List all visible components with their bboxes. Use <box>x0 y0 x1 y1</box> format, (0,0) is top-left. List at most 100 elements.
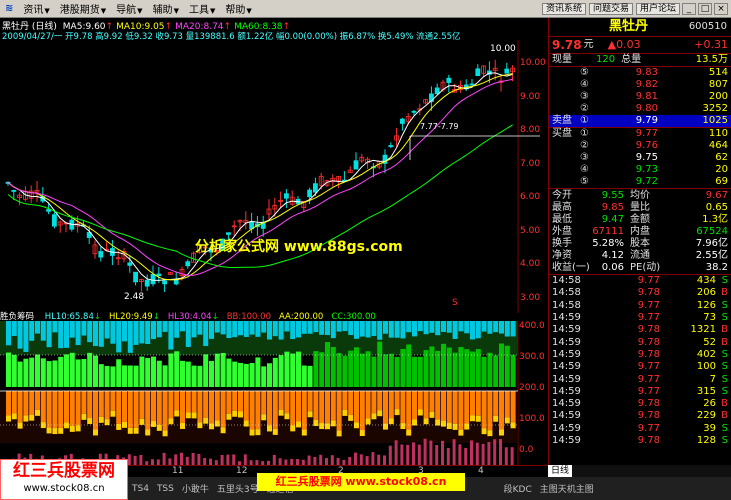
tab-formula[interactable]: 五里头3号 <box>213 482 263 495</box>
tab-formula[interactable]: TS4 <box>128 484 153 494</box>
stat-row: 外盘 67111 内盘 67524 <box>549 226 731 238</box>
price-unit: 元 <box>583 39 594 50</box>
tick-time: 14:59 <box>552 373 581 385</box>
tick-price: 9.77 <box>637 385 660 397</box>
forum-button[interactable]: 用户论坛 <box>635 2 680 15</box>
stat-row: 最低 9.47 金额 1.3亿 <box>549 214 731 226</box>
order-price: 9.83 <box>635 67 658 78</box>
tick-side: S <box>721 348 728 360</box>
tick-side: B <box>721 336 728 348</box>
buy-order-row[interactable]: ③ 9.75 62 <box>549 152 731 164</box>
bottom-bar: 11 12 2 3 4 日线 TS4 TSS 小敢牛 五里头3号 通达信 段KD… <box>0 459 731 500</box>
total-vol-label: 总量 <box>621 54 642 65</box>
buy-order-row[interactable]: ④ 9.73 20 <box>549 164 731 176</box>
tick-row[interactable]: 14:58 9.78 206 B <box>549 287 731 299</box>
news-system-button[interactable]: 资讯系统 <box>541 2 586 15</box>
buy-order-row[interactable]: ② 9.76 464 <box>549 140 731 152</box>
tick-row[interactable]: 14:58 9.77 126 S <box>549 300 731 312</box>
stat-value: 9.55 <box>601 190 624 201</box>
menu-bar: ≋ 资讯▼ 港股期货▼ 导航▼ 辅助▼ 工具▼ 帮助▼ 资讯系统 问题交易 用户… <box>0 0 731 18</box>
tick-price: 9.78 <box>637 410 660 422</box>
tick-row[interactable]: 14:59 9.78 402 S <box>549 349 731 361</box>
tick-side: S <box>721 275 728 287</box>
stat-label: 外盘 <box>552 226 572 237</box>
indicator-tick-label: 400.0 <box>519 321 545 331</box>
stat-row: 最高 9.85 量比 0.65 <box>549 202 731 214</box>
tab-formula[interactable]: 主图天机主图 <box>536 482 598 495</box>
tick-row[interactable]: 14:59 9.77 73 S <box>549 312 731 324</box>
stat-label: 最高 <box>552 202 572 213</box>
sell-orders: ⑤ 9.83 514 ④ 9.82 807 ③ 9.81 200 ② 9.80 3252 卖盘 ① 9.79… <box>549 67 731 127</box>
order-level: ② <box>580 103 589 114</box>
order-level: ② <box>580 140 589 151</box>
order-volume: 200 <box>708 91 728 102</box>
menu-item-aux[interactable]: 辅助▼ <box>148 1 184 16</box>
tick-price: 9.77 <box>637 299 660 311</box>
menu-item-help[interactable]: 帮助▼ <box>220 1 256 16</box>
tick-volume: 126 <box>696 299 716 311</box>
tick-row[interactable]: 14:59 9.78 52 B <box>549 336 731 348</box>
menu-item-news[interactable]: 资讯▼ <box>18 1 54 16</box>
sell-order-row[interactable]: ④ 9.82 807 <box>549 79 731 91</box>
tab-formula[interactable]: TSS <box>153 484 178 494</box>
tick-row[interactable]: 14:59 9.77 100 S <box>549 361 731 373</box>
tab-formula[interactable]: 段KDC <box>500 482 536 495</box>
sell-order-row[interactable]: 卖盘 ① 9.79 1025 <box>549 115 731 127</box>
stat-label: 最低 <box>552 214 572 225</box>
tick-row[interactable]: 14:59 9.78 128 S <box>549 435 731 447</box>
tick-side: S <box>721 299 728 311</box>
kline-chart-panel[interactable]: 黑牡丹 (日线) MA5:9.60↑ MA10:9.05↑ MA20:8.74↑ MA… <box>0 18 548 465</box>
now-vol-label: 现量 <box>552 54 572 65</box>
order-price: 9.76 <box>635 140 658 151</box>
month-label: 4 <box>478 466 484 476</box>
tick-price: 9.78 <box>637 435 660 446</box>
tick-row[interactable]: 14:58 9.77 434 S <box>549 275 731 287</box>
tick-time: 14:59 <box>552 348 581 360</box>
y-tick-label: 8.00 <box>520 125 541 135</box>
tick-row[interactable]: 14:59 9.77 315 S <box>549 386 731 398</box>
close-icon[interactable]: × <box>714 2 728 15</box>
tick-row[interactable]: 14:59 9.78 1321 B <box>549 324 731 336</box>
tick-side: B <box>721 324 728 336</box>
sell-order-row[interactable]: ⑤ 9.83 514 <box>549 67 731 79</box>
minimize-icon[interactable]: _ <box>682 2 696 15</box>
order-level: ① <box>580 128 589 139</box>
maximize-icon[interactable]: □ <box>698 2 712 15</box>
buy-order-row[interactable]: 买盘 ① 9.77 110 <box>549 128 731 140</box>
tick-volume: 229 <box>696 410 716 422</box>
quote-header: 黑牡丹 600510 <box>549 18 731 36</box>
order-price: 9.82 <box>635 79 658 90</box>
menu-item-nav[interactable]: 导航▼ <box>111 1 147 16</box>
tick-row[interactable]: 14:59 9.77 7 S <box>549 373 731 385</box>
tick-time: 14:59 <box>552 435 581 446</box>
tick-row[interactable]: 14:59 9.78 229 B <box>549 410 731 422</box>
quote-stock-code: 600510 <box>688 21 727 32</box>
tab-day-line[interactable]: 日线 <box>548 465 572 477</box>
tick-time: 14:59 <box>552 336 581 348</box>
tick-time: 14:59 <box>552 385 581 397</box>
tick-side: B <box>721 410 728 422</box>
order-level: ⑤ <box>580 176 589 187</box>
stat-row: 净资 4.12 流通 2.55亿 <box>549 250 731 262</box>
stat-value: 1.3亿 <box>702 214 728 225</box>
y-tick-label: 9.00 <box>520 91 541 102</box>
tick-volume: 39 <box>703 422 716 434</box>
month-label: 12 <box>236 466 248 476</box>
buy-order-row[interactable]: ⑤ 9.72 69 <box>549 176 731 188</box>
sell-order-row[interactable]: ② 9.80 3252 <box>549 103 731 115</box>
tick-row[interactable]: 14:59 9.77 39 S <box>549 423 731 435</box>
quote-price-row: 9.78 元 ▲0.03 +0.31 <box>549 37 731 53</box>
chevron-down-icon: ▼ <box>137 7 143 15</box>
trade-button[interactable]: 问题交易 <box>588 2 633 15</box>
tab-formula[interactable]: 小敢牛 <box>178 482 213 495</box>
now-vol: 120 <box>596 54 616 65</box>
menu-item-tools[interactable]: 工具▼ <box>184 1 220 16</box>
tick-list[interactable]: 14:58 9.77 434 S 14:58 9.78 206 B 14:58 9.77 126 S 1… <box>549 275 731 447</box>
stat-value: 9.85 <box>601 202 624 213</box>
tick-row[interactable]: 14:59 9.78 26 B <box>549 398 731 410</box>
tick-price: 9.77 <box>637 361 660 373</box>
order-level: ① <box>580 115 589 126</box>
sell-order-row[interactable]: ③ 9.81 200 <box>549 91 731 103</box>
menu-item-hk-futures[interactable]: 港股期货▼ <box>55 1 111 16</box>
order-price: 9.80 <box>635 103 658 114</box>
